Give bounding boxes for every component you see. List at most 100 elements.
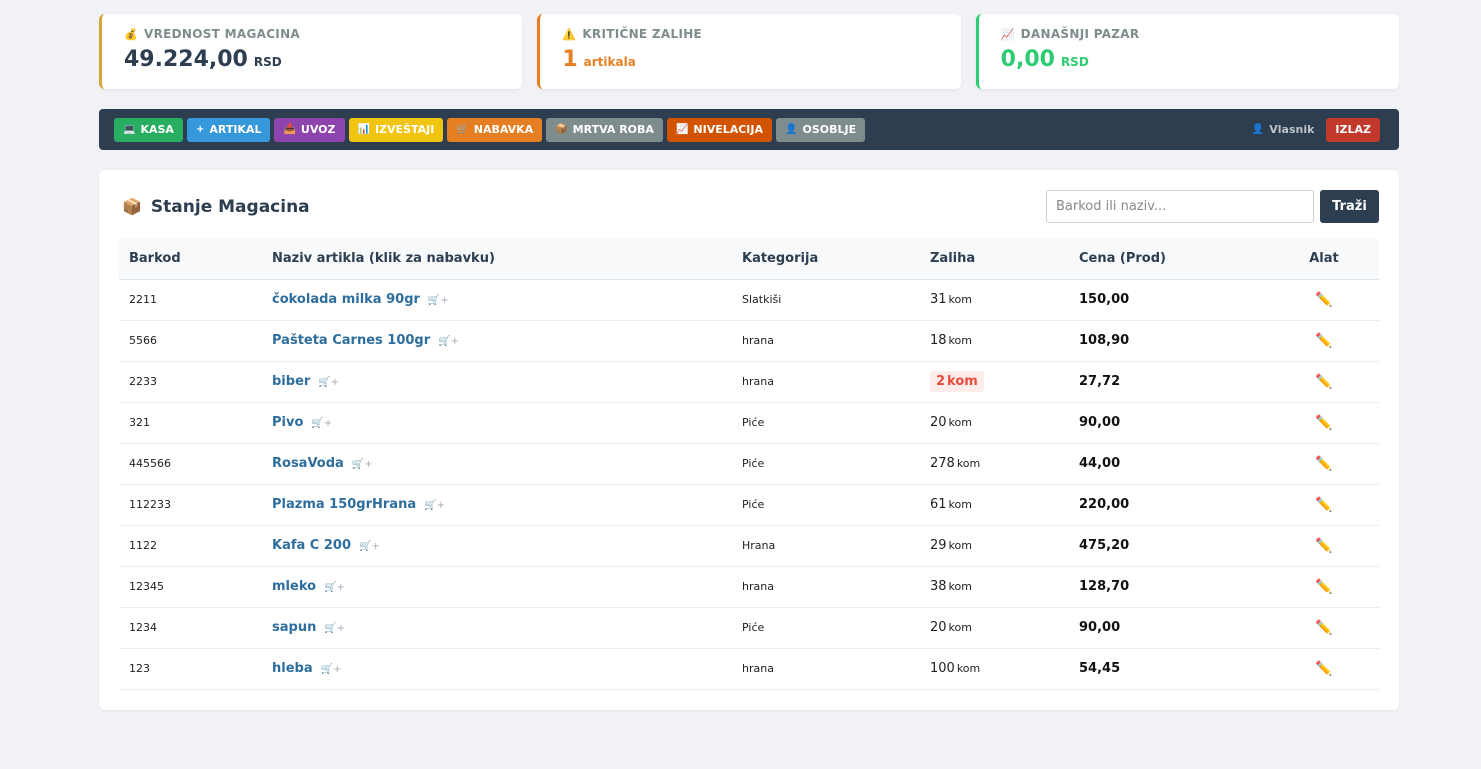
col-category[interactable]: Kategorija [732, 238, 920, 280]
stock-cell: 20 kom [920, 402, 1069, 444]
artikal-icon: + [195, 124, 205, 135]
kasa-button[interactable]: 💻 KASA [114, 117, 183, 142]
product-name-link[interactable]: Plazma 150grHrana 🛒+ [262, 484, 732, 526]
inventory-panel: 📦 Stanje Magacina Traži Barkod Naziv art… [99, 170, 1399, 710]
stock-value: 29 kom [930, 538, 972, 553]
stock-quantity: 18 [930, 333, 947, 348]
uvoz-button[interactable]: 📥 UVOZ [274, 117, 345, 142]
stock-value: 18 kom [930, 333, 972, 348]
stock-value: 31 kom [930, 292, 972, 307]
table-header-row: Barkod Naziv artikla (klik za nabavku) K… [119, 238, 1379, 280]
product-name-link[interactable]: Pivo 🛒+ [262, 402, 732, 444]
edit-icon[interactable]: ✏️ [1269, 484, 1379, 526]
col-tools: Alat [1269, 238, 1379, 280]
edit-icon[interactable]: ✏️ [1269, 648, 1379, 690]
add-to-cart-icon: 🛒+ [438, 336, 459, 347]
product-name: Kafa C 200 [272, 538, 352, 553]
edit-icon[interactable]: ✏️ [1269, 402, 1379, 444]
stock-value: 100 kom [930, 661, 980, 676]
price-cell: 108,90 [1069, 320, 1269, 362]
page-title-text: Stanje Magacina [150, 196, 310, 217]
barcode-cell: 12345 [119, 566, 262, 608]
barcode-cell: 2211 [119, 279, 262, 321]
stock-unit: kom [948, 498, 972, 511]
price-cell: 90,00 [1069, 607, 1269, 649]
product-name-link[interactable]: hleba 🛒+ [262, 648, 732, 690]
add-to-cart-icon: 🛒+ [324, 582, 345, 593]
product-name-link[interactable]: čokolada milka 90gr 🛒+ [262, 279, 732, 321]
inventory-table: Barkod Naziv artikla (klik za nabavku) K… [119, 238, 1379, 690]
edit-icon[interactable]: ✏️ [1269, 279, 1379, 321]
category-cell: Piće [732, 607, 920, 649]
product-name-link[interactable]: sapun 🛒+ [262, 607, 732, 649]
card-value: 0,00 [1000, 47, 1055, 72]
edit-icon[interactable]: ✏️ [1269, 361, 1379, 403]
user-label: 👤 Vlasnik [1252, 123, 1315, 136]
stock-quantity: 100 [930, 661, 955, 676]
col-name[interactable]: Naziv artikla (klik za nabavku) [262, 238, 732, 280]
stock-quantity: 31 [930, 292, 947, 307]
osoblje-button[interactable]: 👤 OSOBLJE [776, 117, 866, 142]
edit-icon[interactable]: ✏️ [1269, 525, 1379, 567]
stock-quantity: 61 [930, 497, 947, 512]
add-to-cart-icon: 🛒+ [318, 377, 340, 388]
product-name-link[interactable]: biber 🛒+ [262, 361, 732, 403]
edit-icon[interactable]: ✏️ [1269, 566, 1379, 608]
nabavka-icon: 🛒 [456, 124, 469, 135]
stock-cell: 100 kom [920, 648, 1069, 690]
col-stock[interactable]: Zaliha [920, 238, 1069, 280]
product-name-link[interactable]: mleko 🛒+ [262, 566, 732, 608]
product-name-link[interactable]: Kafa C 200 🛒+ [262, 525, 732, 567]
price-cell: 27,72 [1069, 361, 1269, 403]
card-daily-revenue: 📈 DANAŠNJI PAZAR 0,00 RSD [975, 14, 1399, 89]
card-value: 1 [562, 47, 578, 72]
stock-unit: kom [947, 374, 978, 389]
izvestaji-button[interactable]: 📊 IZVEŠTAJI [348, 117, 444, 142]
card-warehouse-value: 💰 VREDNOST MAGACINA 49.224,00 RSD [99, 14, 523, 89]
barcode-cell: 2233 [119, 361, 262, 403]
category-cell: Piće [732, 402, 920, 444]
logout-button[interactable]: IZLAZ [1326, 117, 1380, 142]
product-name: mleko [272, 579, 317, 594]
search-input[interactable] [1046, 190, 1314, 223]
product-name: Plazma 150grHrana [272, 497, 417, 512]
artikal-button[interactable]: + ARTIKAL [186, 117, 271, 142]
category-cell: Slatkiši [732, 279, 920, 321]
edit-icon[interactable]: ✏️ [1269, 607, 1379, 649]
product-name-link[interactable]: Pašteta Carnes 100gr 🛒+ [262, 320, 732, 362]
col-price[interactable]: Cena (Prod) [1069, 238, 1269, 280]
stock-unit: kom [948, 621, 972, 634]
price-cell: 90,00 [1069, 402, 1269, 444]
nivelacija-icon: 📈 [675, 124, 689, 135]
card-unit: RSD [253, 55, 282, 69]
search-button[interactable]: Traži [1320, 190, 1379, 223]
product-name-link[interactable]: RosaVoda 🛒+ [262, 443, 732, 485]
izvestaji-label: IZVEŠTAJI [374, 123, 435, 136]
edit-icon[interactable]: ✏️ [1269, 443, 1379, 485]
table-row: 321 Pivo 🛒+ Piće 20 kom 90,00 ✏️ [119, 402, 1379, 444]
stock-value: 20 kom [930, 415, 972, 430]
stock-value: 61 kom [930, 497, 972, 512]
barcode-cell: 1122 [119, 525, 262, 567]
mrtva-roba-button[interactable]: 📦 MRTVA ROBA [546, 117, 663, 142]
product-name: Pašteta Carnes 100gr [272, 333, 431, 348]
card-unit: artikala [583, 55, 636, 69]
product-name: biber [272, 374, 311, 389]
stock-cell: 2 kom [920, 361, 1069, 403]
add-to-cart-icon: 🛒+ [324, 623, 346, 634]
card-unit: RSD [1060, 55, 1089, 69]
stock-quantity: 2 [936, 374, 946, 389]
edit-icon[interactable]: ✏️ [1269, 320, 1379, 362]
stock-unit: kom [948, 416, 972, 429]
stock-quantity: 38 [930, 579, 947, 594]
table-row: 123 hleba 🛒+ hrana 100 kom 54,45 ✏️ [119, 648, 1379, 690]
nabavka-button[interactable]: 🛒 NABAVKA [447, 117, 543, 142]
stock-cell: 20 kom [920, 607, 1069, 649]
main-toolbar: 💻 KASA + ARTIKAL 📥 UVOZ 📊 IZVEŠTAJI 🛒 NABAVKA 📦 MRT… [99, 109, 1399, 150]
nivelacija-button[interactable]: 📈 NIVELACIJA [666, 117, 773, 142]
col-barcode[interactable]: Barkod [119, 238, 262, 280]
nivelacija-label: NIVELACIJA [693, 123, 764, 136]
category-cell: Piće [732, 484, 920, 526]
barcode-cell: 5566 [119, 320, 262, 362]
category-cell: Hrana [732, 525, 920, 567]
